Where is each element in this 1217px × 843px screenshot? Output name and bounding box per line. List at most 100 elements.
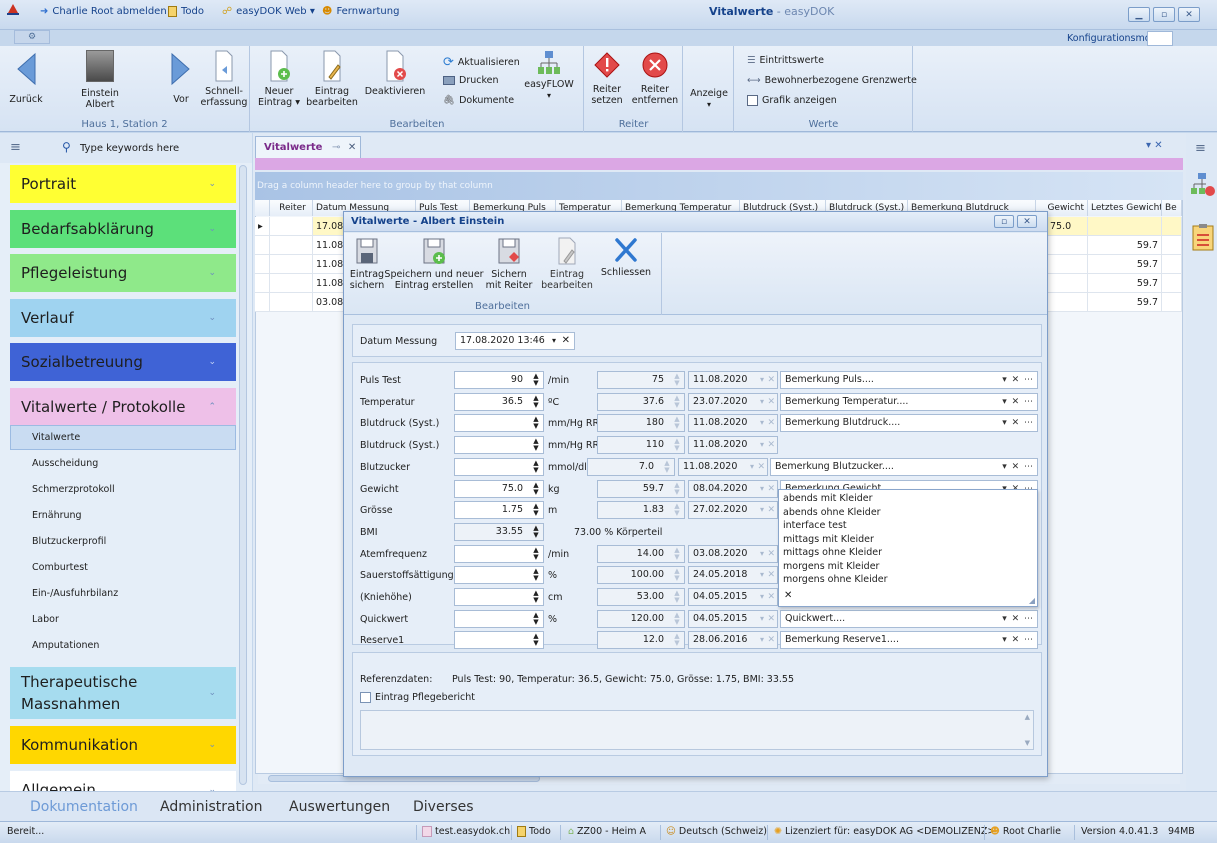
tab-diverses[interactable]: Diverses [413,799,474,815]
quick-entry-button[interactable]: Schnell- erfassung [200,50,248,108]
nav-item-schmerzprotokoll[interactable]: Schmerzprotokoll [32,484,115,495]
date-picker[interactable]: 17.08.2020 13:46 ▾ ✕ [455,332,575,350]
nav-group-komm[interactable]: Kommunikation ⌄ [10,726,236,764]
vital-value-input[interactable]: ▲ ▼ [454,609,544,628]
table-cell[interactable]: 59.7 [1088,236,1162,255]
spinner-icon[interactable]: ▲ ▼ [531,611,541,626]
vital-value-input[interactable]: ▲ ▼ [454,544,544,563]
spinner-icon[interactable]: ▲ ▼ [531,438,541,452]
maximize-button[interactable]: ▫ [1153,7,1175,22]
remark-actions[interactable]: ▾ ✕ ⋯ [1002,372,1034,388]
forward-button[interactable]: Vor [164,52,198,105]
minimize-button[interactable]: ▁ [1128,7,1150,22]
remark-actions[interactable]: ▾ ✕ ⋯ [1002,459,1034,475]
vital-value-input[interactable]: 90 ▲ ▼ [454,371,544,389]
scroll-down-icon[interactable]: ▼ [1025,739,1030,747]
nav-item-blutzuckerprofil[interactable]: Blutzuckerprofil [32,536,106,547]
clear-icon[interactable]: ✕ [784,590,792,601]
nav-scrollbar[interactable] [239,165,247,785]
pin-icon[interactable]: ⊸ [332,142,340,153]
table-cell[interactable] [270,236,313,255]
vital-value-input[interactable]: ▲ ▼ [454,588,544,606]
dialog-edit-entry-button[interactable]: Eintrag bearbeiten [538,237,596,291]
table-cell[interactable] [1047,255,1088,274]
easyflow-button[interactable]: easyFLOW ▾ [523,50,575,101]
menu-icon[interactable]: ≡ [10,140,21,155]
quick-access-button[interactable]: ⚙ [14,30,50,44]
config-mode-toggle[interactable] [1147,31,1173,46]
remark-actions[interactable]: ▾ ✕ ⋯ [1002,394,1034,410]
easydok-web-button[interactable]: ☍ easyDOK Web ▾ [222,6,315,17]
dropdown-option[interactable]: morgens ohne Kleider [783,574,888,585]
table-cell[interactable] [1047,293,1088,312]
spinner-icon[interactable]: ▲ ▼ [531,568,541,582]
todo-button[interactable]: Todo [168,6,204,17]
table-cell[interactable] [270,293,313,312]
tab-administration[interactable]: Administration [160,799,262,815]
remark-actions[interactable]: ▾ ✕ ⋯ [1002,611,1034,627]
edit-entry-button[interactable]: Eintrag bearbeiten [306,50,358,108]
table-cell[interactable] [1047,274,1088,293]
table-cell[interactable] [1162,236,1182,255]
tab-dokumentation[interactable]: Dokumentation [30,799,138,815]
new-entry-button[interactable]: Neuer Eintrag ▾ [258,50,300,108]
dropdown-option[interactable]: abends mit Kleider [783,493,873,504]
flowchart-alert-icon[interactable] [1189,171,1215,197]
table-cell[interactable] [1047,236,1088,255]
spinner-icon[interactable]: ▲ ▼ [531,633,541,647]
show-graph-button[interactable]: Grafik anzeigen [747,95,837,106]
menu-icon[interactable]: ≡ [1195,141,1206,156]
vital-value-input[interactable]: 1.75 ▲ ▼ [454,501,544,520]
refresh-button[interactable]: ⟳ Aktualisieren [443,55,520,70]
resident-limits-button[interactable]: ⟷ Bewohnerbezogene Grenzwerte [747,75,917,86]
vital-value-input[interactable]: ▲ ▼ [454,631,544,650]
grid-header[interactable]: Reiter [270,200,313,216]
close-window-button[interactable]: ✕ [1178,7,1200,22]
table-cell[interactable]: 11.08. [313,255,347,274]
nav-item-ausscheidung[interactable]: Ausscheidung [32,458,98,469]
remove-tab-button[interactable]: Reiter entfernen [631,52,679,106]
table-cell[interactable] [1162,293,1182,312]
remark-field[interactable]: Bemerkung Puls.... ▾ ✕ ⋯ [780,371,1038,389]
documents-button[interactable]: 🖇 Dokumente [443,95,514,106]
nav-group-allg[interactable]: Allgemein ⌄ [10,771,236,791]
nursing-report-checkbox[interactable]: Eintrag Pflegebericht [360,692,475,703]
todo-status[interactable]: Todo [517,826,551,837]
save-and-new-button[interactable]: Speichern und neuer Eintrag erstellen [384,237,484,291]
vital-value-input[interactable]: ▲ ▼ [454,566,544,585]
close-tab-icon[interactable]: ✕ [348,142,356,153]
vital-value-input[interactable]: 36.5 ▲ ▼ [454,392,544,411]
nav-item-bilanz[interactable]: Ein-/Ausfuhrbilanz [32,588,118,599]
tab-auswertungen[interactable]: Auswertungen [289,799,390,815]
logout-button[interactable]: ➜ Charlie Root abmelden [40,6,167,17]
table-cell[interactable] [270,255,313,274]
nav-item-labor[interactable]: Labor [32,614,59,625]
table-cell[interactable] [1088,217,1162,236]
user-status[interactable]: ☻ Root Charlie [990,826,1061,837]
spinner-icon[interactable]: ▲ ▼ [531,416,541,430]
language-status[interactable]: ☺ Deutsch (Schweiz) [666,826,767,837]
table-cell[interactable] [270,217,313,236]
remark-field[interactable]: Bemerkung Blutdruck.... ▾ ✕ ⋯ [780,414,1038,433]
table-cell[interactable]: 59.7 [1088,293,1162,312]
nav-item-vitalwerte[interactable]: Vitalwerte [32,432,80,443]
resize-grip-icon[interactable]: ◢ [1029,596,1035,605]
dropdown-option[interactable]: morgens mit Kleider [783,561,879,572]
remark-field[interactable]: Bemerkung Reserve1.... ▾ ✕ ⋯ [780,631,1038,650]
remark-actions[interactable]: ▾ ✕ ⋯ [1002,415,1034,431]
view-dropdown[interactable]: Anzeige ▾ [686,88,732,110]
nav-group-verlauf[interactable]: Verlauf ⌄ [10,299,236,337]
tab-vitalwerte[interactable]: Vitalwerte ⊸ ✕ [255,136,361,158]
nav-item-comburtest[interactable]: Comburtest [32,562,88,573]
table-cell[interactable]: 11.08. [313,236,347,255]
remark-field[interactable]: Quickwert.... ▾ ✕ ⋯ [780,609,1038,628]
table-cell[interactable]: 03.08. [313,293,347,312]
task-list-icon[interactable] [1192,223,1214,251]
remark-field[interactable]: Bemerkung Temperatur.... ▾ ✕ ⋯ [780,392,1038,411]
table-cell[interactable] [1162,217,1182,236]
table-cell[interactable]: 17.08. [313,217,347,236]
vital-value-input[interactable]: ▲ ▼ [454,436,544,455]
save-with-tab-button[interactable]: Sichern mit Reiter [484,237,534,291]
nav-item-amputationen[interactable]: Amputationen [32,640,99,651]
grid-header[interactable]: Letztes Gewicht [1088,200,1162,216]
